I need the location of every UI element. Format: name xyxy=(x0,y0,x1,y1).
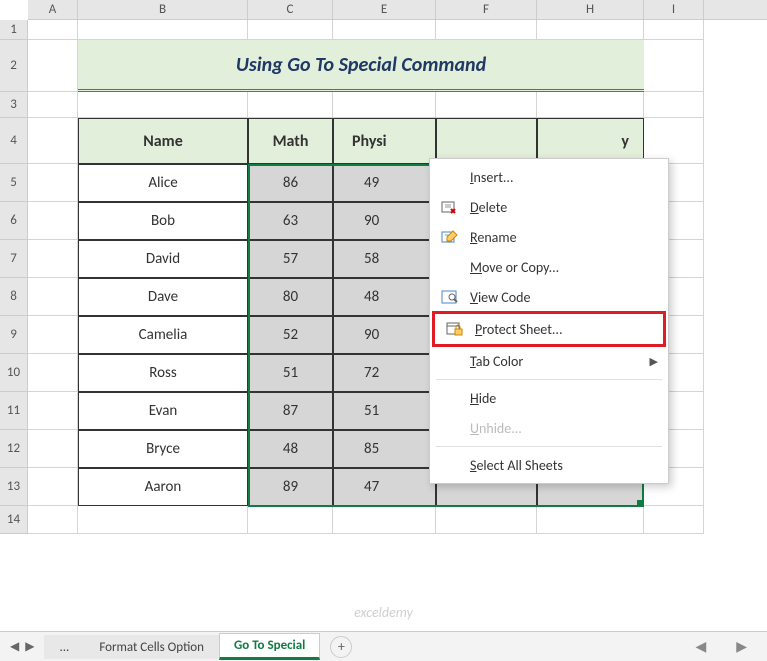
menu-label: View Code xyxy=(470,289,530,306)
cell-phys[interactable]: 72 xyxy=(333,354,436,392)
col-header-F[interactable]: F xyxy=(436,0,537,19)
cell-name[interactable]: Alice xyxy=(78,164,248,202)
menu-label: Protect Sheet... xyxy=(475,321,563,338)
menu-separator xyxy=(436,446,662,447)
tab-go-to-special[interactable]: Go To Special xyxy=(219,633,320,660)
row-header-8[interactable]: 8 xyxy=(0,278,28,316)
tab-nav-next-icon[interactable]: ▶ xyxy=(25,639,34,654)
rename-icon xyxy=(438,228,462,246)
menu-label: Insert... xyxy=(470,169,514,186)
cell-name[interactable]: Bob xyxy=(78,202,248,240)
cell-phys[interactable]: 58 xyxy=(333,240,436,278)
new-sheet-button[interactable]: + xyxy=(330,636,352,658)
tab-overflow[interactable]: ... xyxy=(44,635,84,659)
cell-name[interactable]: Camelia xyxy=(78,316,248,354)
cell-name[interactable]: Bryce xyxy=(78,430,248,468)
menu-tab-color[interactable]: Tab Color ▶ xyxy=(430,346,668,376)
scroll-left-icon[interactable]: ◀ xyxy=(695,638,706,655)
menu-move-copy[interactable]: Move or Copy... xyxy=(430,252,668,282)
delete-icon xyxy=(438,198,462,216)
cell-name[interactable]: Dave xyxy=(78,278,248,316)
cell-math[interactable]: 51 xyxy=(248,354,333,392)
menu-label: Hide xyxy=(470,390,496,407)
menu-view-code[interactable]: View Code xyxy=(430,282,668,312)
row-header-6[interactable]: 6 xyxy=(0,202,28,240)
cell-name[interactable]: David xyxy=(78,240,248,278)
row-header-10[interactable]: 10 xyxy=(0,354,28,392)
cell-phys[interactable]: 51 xyxy=(333,392,436,430)
cell-phys[interactable]: 49 xyxy=(333,164,436,202)
menu-rename[interactable]: Rename xyxy=(430,222,668,252)
menu-label: Unhide... xyxy=(470,420,522,437)
title-cell[interactable]: Using Go To Special Command xyxy=(78,40,644,92)
header-math[interactable]: Math xyxy=(248,118,333,164)
column-headers: A B C E F H I xyxy=(28,0,767,20)
col-header-E[interactable]: E xyxy=(333,0,436,19)
header-physics[interactable]: Physi xyxy=(333,118,436,164)
menu-label: Tab Color xyxy=(470,353,523,370)
menu-label: Select All Sheets xyxy=(470,457,563,474)
menu-delete[interactable]: Delete xyxy=(430,192,668,222)
header-name[interactable]: Name xyxy=(78,118,248,164)
row-header-5[interactable]: 5 xyxy=(0,164,28,202)
menu-insert[interactable]: Insert... xyxy=(430,162,668,192)
menu-hide[interactable]: Hide xyxy=(430,383,668,413)
tab-nav[interactable]: ◀ ▶ xyxy=(10,639,34,654)
cell-math[interactable]: 57 xyxy=(248,240,333,278)
cell-phys[interactable]: 47 xyxy=(333,468,436,506)
menu-label: Move or Copy... xyxy=(470,259,559,276)
row-header-4[interactable]: 4 xyxy=(0,118,28,164)
cell-math[interactable]: 87 xyxy=(248,392,333,430)
selection-handle[interactable] xyxy=(637,500,643,506)
row-header-1[interactable]: 1 xyxy=(0,20,28,40)
watermark: exceldemy xyxy=(354,604,413,621)
cell-name[interactable]: Evan xyxy=(78,392,248,430)
cell-phys[interactable]: 90 xyxy=(333,316,436,354)
context-menu: Insert... Delete Rename Move or Copy... … xyxy=(429,158,669,484)
cell-math[interactable]: 86 xyxy=(248,164,333,202)
row-header-12[interactable]: 12 xyxy=(0,430,28,468)
scroll-right-icon[interactable]: ▶ xyxy=(736,638,747,655)
chevron-right-icon: ▶ xyxy=(650,355,658,368)
menu-protect-sheet[interactable]: Protect Sheet... xyxy=(432,311,666,347)
cell-name[interactable]: Ross xyxy=(78,354,248,392)
cell-math[interactable]: 63 xyxy=(248,202,333,240)
col-header-B[interactable]: B xyxy=(78,0,248,19)
tab-nav-prev-icon[interactable]: ◀ xyxy=(10,639,19,654)
row-header-9[interactable]: 9 xyxy=(0,316,28,354)
horizontal-scrollbar[interactable]: ◀ ▶ xyxy=(352,638,757,655)
cell-math[interactable]: 80 xyxy=(248,278,333,316)
row-header-2[interactable]: 2 xyxy=(0,40,28,92)
view-code-icon xyxy=(438,288,462,306)
col-header-C[interactable]: C xyxy=(248,0,333,19)
cell-math[interactable]: 89 xyxy=(248,468,333,506)
col-header-A[interactable]: A xyxy=(28,0,78,19)
menu-select-all-sheets[interactable]: Select All Sheets xyxy=(430,450,668,480)
row-header-11[interactable]: 11 xyxy=(0,392,28,430)
row-header-3[interactable]: 3 xyxy=(0,92,28,118)
col-header-I[interactable]: I xyxy=(644,0,704,19)
cell-phys[interactable]: 85 xyxy=(333,430,436,468)
cell-phys[interactable]: 90 xyxy=(333,202,436,240)
col-header-H[interactable]: H xyxy=(537,0,644,19)
tab-format-cells-option[interactable]: Format Cells Option xyxy=(84,635,219,659)
menu-unhide: Unhide... xyxy=(430,413,668,443)
row-header-14[interactable]: 14 xyxy=(0,506,28,534)
protect-sheet-icon xyxy=(443,320,467,338)
cell-phys[interactable]: 48 xyxy=(333,278,436,316)
cell-math[interactable]: 48 xyxy=(248,430,333,468)
cell-math[interactable]: 52 xyxy=(248,316,333,354)
row-header-7[interactable]: 7 xyxy=(0,240,28,278)
sheet-tab-bar: ◀ ▶ ... Format Cells Option Go To Specia… xyxy=(0,631,767,661)
row-header-13[interactable]: 13 xyxy=(0,468,28,506)
cell-name[interactable]: Aaron xyxy=(78,468,248,506)
menu-label: Delete xyxy=(470,199,507,216)
menu-label: Rename xyxy=(470,229,517,246)
menu-separator xyxy=(436,379,662,380)
